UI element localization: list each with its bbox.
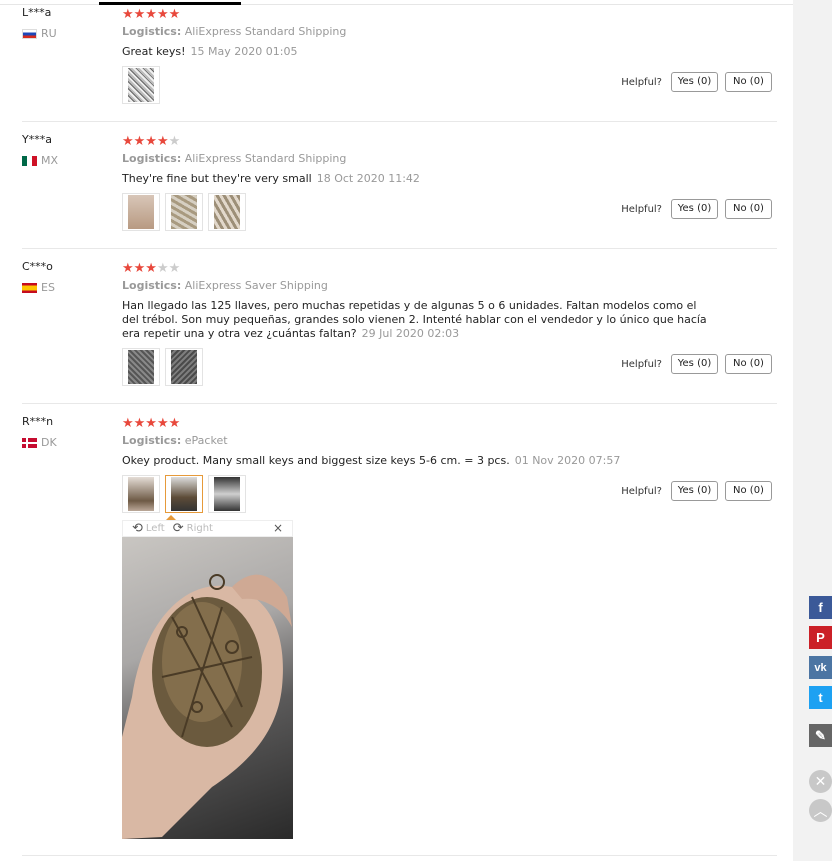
- back-to-top-icon[interactable]: ︿: [809, 799, 832, 822]
- review-item: C***o ES ★★★★★ Logistics: AliExpress Sav…: [22, 248, 777, 404]
- helpful-yes-button[interactable]: Yes (0): [671, 481, 718, 501]
- review-item: L***a RU ★★★★★ Logistics: AliExpress Sta…: [22, 0, 777, 122]
- review-photo-thumbnail[interactable]: [122, 348, 160, 386]
- reviewer-country: DK: [22, 436, 57, 449]
- helpful-yes-button[interactable]: Yes (0): [671, 72, 718, 92]
- viewer-toolbar: ⟲ Left ⟳ Right ×: [122, 520, 293, 537]
- rating-stars: ★★★★★: [122, 416, 181, 431]
- review-photo-thumbnail[interactable]: [165, 193, 203, 231]
- review-photos: [122, 193, 246, 231]
- close-viewer-button[interactable]: ×: [273, 521, 283, 535]
- reviewer-name: C***o: [22, 260, 53, 273]
- pinterest-icon[interactable]: P: [809, 626, 832, 649]
- helpful-no-button[interactable]: No (0): [725, 354, 772, 374]
- review-date: 15 May 2020 01:05: [190, 45, 298, 58]
- rating-stars: ★★★★★: [122, 7, 181, 22]
- reviewer-country: RU: [22, 27, 57, 40]
- reviewer-name: Y***a: [22, 133, 52, 146]
- review-photo-thumbnail[interactable]: [122, 193, 160, 231]
- denmark-flag-icon: [22, 437, 37, 448]
- review-photo-thumbnail-active[interactable]: [165, 475, 203, 513]
- reviewer-country: ES: [22, 281, 55, 294]
- logistics-info: Logistics: AliExpress Standard Shipping: [122, 152, 347, 165]
- reviewer-name: L***a: [22, 6, 52, 19]
- helpful-label: Helpful?: [621, 358, 662, 370]
- helpful-label: Helpful?: [621, 485, 662, 497]
- helpful-vote: Helpful? Yes (0) No (0): [621, 199, 772, 219]
- review-photo-thumbnail[interactable]: [208, 193, 246, 231]
- review-date: 29 Jul 2020 02:03: [361, 327, 460, 340]
- expanded-review-photo: [122, 537, 293, 839]
- helpful-no-button[interactable]: No (0): [725, 72, 772, 92]
- review-date: 18 Oct 2020 11:42: [316, 172, 420, 185]
- russia-flag-icon: [22, 28, 37, 39]
- review-comment: Han llegado las 125 llaves, pero muchas …: [122, 299, 707, 340]
- helpful-vote: Helpful? Yes (0) No (0): [621, 72, 772, 92]
- twitter-icon[interactable]: t: [809, 686, 832, 709]
- review-comment: Great keys! 15 May 2020 01:05: [122, 45, 298, 58]
- rotate-right-icon: ⟳: [172, 521, 184, 536]
- review-photos: [122, 348, 203, 386]
- review-photos: [122, 66, 160, 104]
- helpful-label: Helpful?: [621, 203, 662, 215]
- reviewer-name: R***n: [22, 415, 54, 428]
- logistics-info: Logistics: ePacket: [122, 434, 228, 447]
- review-photo-thumbnail[interactable]: [208, 475, 246, 513]
- helpful-label: Helpful?: [621, 76, 662, 88]
- spain-flag-icon: [22, 282, 37, 293]
- review-photo-thumbnail[interactable]: [122, 475, 160, 513]
- helpful-no-button[interactable]: No (0): [725, 481, 772, 501]
- rating-stars: ★★★★★: [122, 261, 181, 276]
- helpful-yes-button[interactable]: Yes (0): [671, 354, 718, 374]
- mexico-flag-icon: [22, 155, 37, 166]
- review-photos: [122, 475, 246, 513]
- review-divider: [22, 855, 777, 856]
- helpful-yes-button[interactable]: Yes (0): [671, 199, 718, 219]
- helpful-vote: Helpful? Yes (0) No (0): [621, 354, 772, 374]
- review-comment: They're fine but they're very small 18 Oc…: [122, 172, 420, 185]
- edit-icon[interactable]: ✎: [809, 724, 832, 747]
- helpful-vote: Helpful? Yes (0) No (0): [621, 481, 772, 501]
- rotate-left-button[interactable]: ⟲ Left: [132, 521, 165, 536]
- rating-stars: ★★★★★: [122, 134, 181, 149]
- review-item: Y***a MX ★★★★★ Logistics: AliExpress Sta…: [22, 121, 777, 249]
- facebook-icon[interactable]: f: [809, 596, 832, 619]
- review-photo-thumbnail[interactable]: [122, 66, 160, 104]
- helpful-no-button[interactable]: No (0): [725, 199, 772, 219]
- reviewer-country: MX: [22, 154, 58, 167]
- review-comment: Okey product. Many small keys and bigges…: [122, 454, 621, 467]
- close-icon[interactable]: ✕: [809, 770, 832, 793]
- logistics-info: Logistics: AliExpress Saver Shipping: [122, 279, 328, 292]
- vk-icon[interactable]: vk: [809, 656, 832, 679]
- logistics-info: Logistics: AliExpress Standard Shipping: [122, 25, 347, 38]
- photo-viewer: ⟲ Left ⟳ Right ×: [122, 515, 293, 840]
- review-photo-thumbnail[interactable]: [165, 348, 203, 386]
- rotate-right-button[interactable]: ⟳ Right: [173, 521, 213, 536]
- rotate-left-icon: ⟲: [132, 521, 143, 536]
- review-date: 01 Nov 2020 07:57: [514, 454, 621, 467]
